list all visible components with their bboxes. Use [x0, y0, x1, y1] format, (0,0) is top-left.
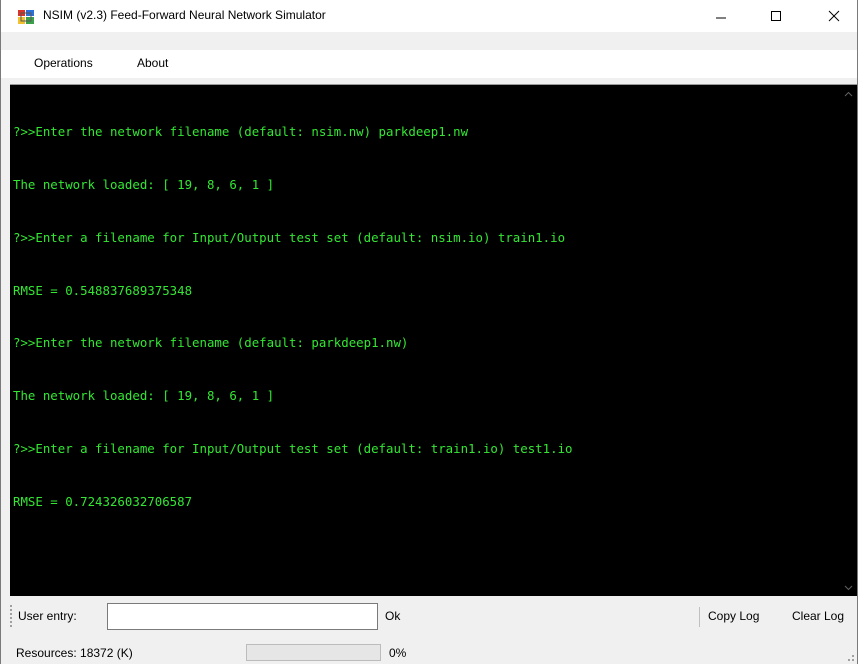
status-bar: Resources: 18372 (K) 0% [1, 640, 857, 664]
user-entry-input[interactable] [107, 603, 378, 630]
ok-button[interactable]: Ok [385, 609, 400, 623]
copy-log-button[interactable]: Copy Log [708, 609, 759, 623]
console-line: ?>>Enter a filename for Input/Output tes… [13, 229, 566, 245]
console-line: The network loaded: [ 19, 8, 6, 1 ] [13, 388, 275, 404]
console-line: RMSE = 0.724326032706587 [13, 493, 193, 509]
menu-about[interactable]: About [133, 56, 172, 70]
console-line: RMSE = 0.548837689375348 [13, 282, 193, 298]
toolbar-grip[interactable] [10, 605, 13, 627]
resources-label: Resources: 18372 (K) [16, 646, 133, 660]
minimize-button[interactable] [698, 0, 744, 32]
console-line: The network loaded: [ 19, 8, 6, 1 ] [13, 176, 275, 192]
menu-operations[interactable]: Operations [30, 56, 97, 70]
progress-bar [246, 644, 381, 661]
console-line: ?>>Enter the network filename (default: … [13, 335, 409, 351]
console-line: ?>>Enter a filename for Input/Output tes… [13, 440, 573, 456]
user-entry-label: User entry: [18, 609, 77, 623]
app-window-icon [18, 10, 34, 24]
minimize-icon [716, 17, 726, 19]
console-scrollbar[interactable] [840, 85, 857, 596]
toolbar-separator [699, 607, 700, 627]
scroll-down-button[interactable] [840, 579, 857, 596]
console-text: ?>>Enter the network filename (default: … [13, 88, 573, 545]
app-window: NSIM (v2.3) Feed-Forward Neural Network … [0, 0, 858, 664]
console-line: ?>>Enter the network filename (default: … [13, 124, 469, 140]
chevron-up-icon [844, 91, 853, 96]
close-icon [828, 10, 840, 22]
scroll-up-button[interactable] [840, 85, 857, 102]
resize-grip-icon[interactable] [845, 652, 855, 662]
maximize-button[interactable] [753, 0, 799, 32]
chevron-down-icon [844, 585, 853, 590]
entry-toolbar: User entry: Ok Copy Log Clear Log [1, 600, 857, 634]
maximize-icon [771, 11, 781, 21]
clear-log-button[interactable]: Clear Log [792, 609, 844, 623]
progress-percent: 0% [389, 646, 407, 660]
title-bar[interactable]: NSIM (v2.3) Feed-Forward Neural Network … [1, 0, 857, 32]
console-log[interactable]: ?>>Enter the network filename (default: … [10, 84, 857, 596]
menu-bar: Operations About [1, 50, 857, 78]
close-button[interactable] [811, 0, 857, 32]
window-title: NSIM (v2.3) Feed-Forward Neural Network … [43, 8, 326, 22]
